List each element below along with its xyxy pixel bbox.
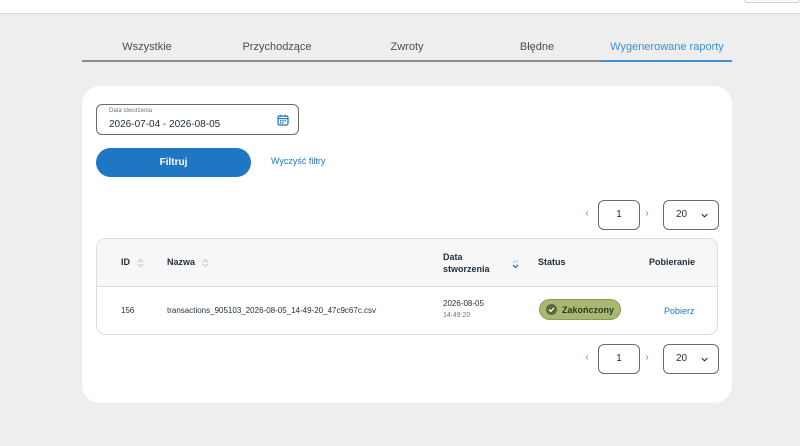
row-id: 156 [121,306,135,315]
clear-filters-link[interactable]: Wyczyść filtry [271,156,325,166]
date-range-field[interactable]: Data stworzenia 2026-07-04 - 2026-08-05 [96,104,299,135]
prev-page-icon[interactable]: ‹ [582,352,592,363]
top-bar-control[interactable] [744,0,800,3]
download-link[interactable]: Pobierz [664,306,695,316]
sort-icon[interactable] [202,258,209,268]
next-page-icon[interactable]: › [642,208,652,219]
table-header: ID Nazwa Data stworzenia Status Pobieran… [97,239,717,287]
pagination-bottom: ‹ 1 › 20 [582,344,720,374]
column-header-status: Status [538,257,566,267]
page-size-value: 20 [676,209,688,220]
tab-generated-reports[interactable]: Wygenerowane raporty [602,36,732,62]
reports-card: Data stworzenia 2026-07-04 - 2026-08-05 … [82,86,732,403]
check-circle-icon [546,304,557,315]
filter-button[interactable]: Filtruj [96,148,251,177]
chevron-down-icon [701,357,708,362]
row-name: transactions_905103_2026-08-05_14-49-20_… [167,306,377,315]
chevron-down-icon [701,213,708,218]
column-header-date[interactable]: Data stworzenia [443,251,490,275]
tab-all[interactable]: Wszystkie [82,36,212,60]
next-page-icon[interactable]: › [642,352,652,363]
sort-icon[interactable] [137,258,144,268]
tab-errors[interactable]: Błędne [472,36,602,60]
tab-refunds[interactable]: Zwroty [342,36,472,60]
pagination-top: ‹ 1 › 20 [582,200,720,230]
top-bar [0,0,800,14]
page-size-select[interactable]: 20 [663,344,719,374]
column-header-download: Pobieranie [649,257,696,267]
page-size-select[interactable]: 20 [663,200,719,230]
column-header-id[interactable]: ID [121,257,144,268]
sort-desc-icon[interactable] [512,259,519,269]
date-range-value: 2026-07-04 - 2026-08-05 [109,119,221,130]
status-badge: Zakończony [539,299,621,320]
date-range-label: Data stworzenia [109,108,153,114]
tab-incoming[interactable]: Przychodzące [212,36,342,60]
page-number-input[interactable]: 1 [598,344,640,374]
prev-page-icon[interactable]: ‹ [582,208,592,219]
column-header-name[interactable]: Nazwa [167,257,209,268]
page-size-value: 20 [676,353,688,364]
reports-table: ID Nazwa Data stworzenia Status Pobieran… [96,238,718,335]
page-number-input[interactable]: 1 [598,200,640,230]
tab-bar: Wszystkie Przychodzące Zwroty Błędne Wyg… [82,36,732,62]
row-time: 14:49:20 [443,312,471,319]
calendar-icon[interactable] [277,114,289,126]
status-text: Zakończony [562,305,615,315]
row-date: 2026-08-05 [443,299,484,308]
